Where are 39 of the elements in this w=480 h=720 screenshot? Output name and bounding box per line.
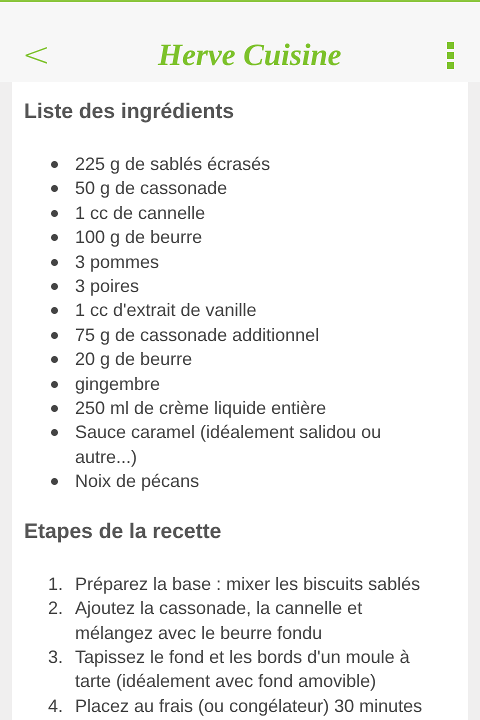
bullet-icon	[51, 234, 58, 242]
logo: Herve Cuisine	[158, 37, 342, 73]
ingredient-item: 75 g de cassonade additionnel	[75, 324, 320, 347]
step-number: 1.	[46, 572, 64, 596]
bullet-icon	[51, 185, 58, 192]
ingredient-item: gingembre	[75, 372, 162, 396]
ingredient-item: 3 pommes	[75, 250, 160, 274]
bullet-icon	[51, 380, 58, 388]
step-text: Placez au frais (ou congélateur) 30 minutes	[75, 694, 424, 718]
bullet-icon	[51, 429, 58, 436]
back-button[interactable]: <	[18, 38, 54, 72]
bullet-icon	[51, 210, 58, 217]
bullet-icon	[51, 356, 58, 364]
ingredient-item: Noix de pécans	[75, 470, 200, 494]
ingredient-item: 3 poires	[75, 275, 140, 298]
ingredient-item: 1 cc d'extrait de vanille	[75, 299, 258, 322]
ingredient-item: 50 g de cassonade	[75, 177, 228, 200]
bullet-icon	[51, 478, 58, 486]
bullet-icon	[51, 258, 58, 266]
bullet-icon	[51, 332, 58, 339]
section-heading: Etapes de la recette	[24, 520, 222, 544]
ingredient-item: Sauce caramel (idéalement salidou ou autre...)	[75, 421, 382, 469]
ingredient-item: 225 g de sablés écrasés	[75, 153, 272, 176]
step-text: Préparez la base : mixer les biscuits sablés	[75, 572, 422, 596]
more-menu-icon[interactable]	[444, 40, 456, 70]
step-number: 2.	[46, 597, 64, 620]
ingredient-item: 20 g de beurre	[75, 348, 194, 372]
ingredient-item: 100 g de beurre	[75, 226, 204, 250]
bullet-icon	[51, 307, 58, 314]
ingredient-item: 1 cc de cannelle	[75, 202, 206, 225]
step-text: Tapissez le fond et les bords d'un moule à tarte (idéalement avec fond amovible)	[75, 646, 411, 694]
section-heading: Liste des ingrédients	[24, 100, 236, 124]
step-text: Ajoutez la cassonade, la cannelle et mélangez avec le beurre fondu	[75, 597, 364, 645]
bullet-icon	[51, 405, 58, 412]
step-number: 4.	[46, 694, 64, 718]
ingredient-item: 250 ml de crème liquide entière	[75, 397, 328, 420]
step-number: 3.	[46, 646, 64, 669]
bullet-icon	[51, 161, 58, 168]
bullet-icon	[51, 283, 58, 290]
